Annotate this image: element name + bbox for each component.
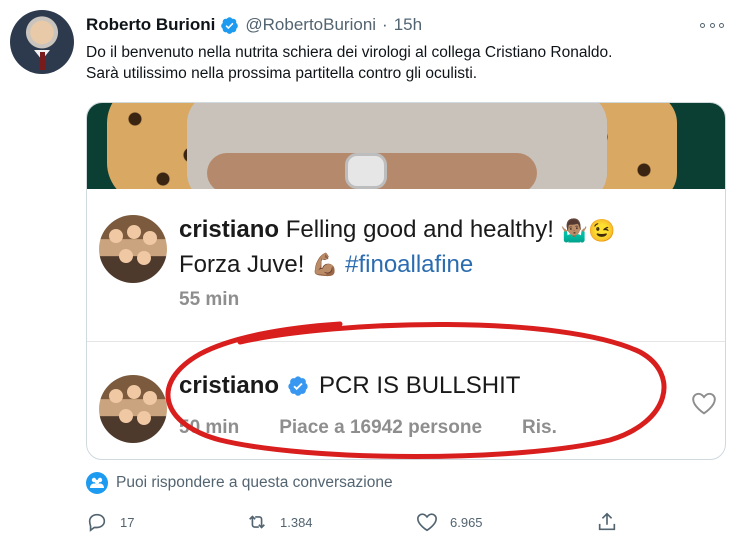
embedded-post-text: cristiano Felling good and healthy! 🤷🏽‍♂… <box>179 213 699 282</box>
reply-label: Ris. <box>522 417 557 438</box>
reply-text: cristiano PCR IS BULLSHIT <box>179 369 520 403</box>
shrug-emoji-icon: 🤷🏽‍♂️ <box>560 217 588 243</box>
separator-dot: · <box>382 15 388 34</box>
avatar-tie <box>40 52 45 70</box>
tweet-actions: 17 1.384 6.965 <box>86 508 726 536</box>
more-dots-icon[interactable] <box>700 18 724 32</box>
post-text-part-2: Forza Juve! <box>179 250 312 278</box>
tweet-timestamp[interactable]: 15h <box>394 15 422 35</box>
tweet-text-line-2: Sarà utilissimo nella prossima partitell… <box>86 65 478 82</box>
retweet-button[interactable]: 1.384 <box>246 508 313 536</box>
like-button[interactable]: 6.965 <box>416 508 483 536</box>
watch-icon <box>345 153 387 189</box>
reply-count: 17 <box>120 514 135 530</box>
conversation-label: Puoi rispondere a questa conversazione <box>116 474 393 491</box>
post-text-part-1: Felling good and healthy! <box>279 216 561 243</box>
reply-icon <box>88 513 106 532</box>
like-count: 6.965 <box>450 514 483 530</box>
post-hashtag: #finoallafine <box>345 250 474 278</box>
reply-message: PCR IS BULLSHIT <box>319 372 521 399</box>
reply-username: cristiano <box>179 372 280 399</box>
post-time: 55 min <box>179 289 240 310</box>
heart-icon <box>417 513 437 532</box>
verified-badge-icon <box>288 376 308 396</box>
share-button[interactable] <box>596 508 630 536</box>
retweet-icon <box>249 515 265 529</box>
conversation-notice: Puoi rispondere a questa conversazione <box>86 472 393 494</box>
tweet-text-line-1: Do il benvenuto nella nutrita schiera de… <box>86 44 613 61</box>
reply-meta: 50 min Piace a 16942 persone Ris. <box>179 417 557 439</box>
tweet-text: Do il benvenuto nella nutrita schiera de… <box>86 42 736 84</box>
share-icon <box>598 512 616 531</box>
tweet-header: Roberto Burioni @RobertoBurioni · 15h <box>86 14 422 36</box>
reply-time: 50 min <box>179 417 240 438</box>
embedded-photo <box>87 103 725 189</box>
author-handle[interactable]: @RobertoBurioni <box>245 15 376 35</box>
reply-avatar <box>99 375 167 443</box>
author-avatar[interactable] <box>10 10 74 74</box>
attached-image[interactable]: cristiano Felling good and healthy! 🤷🏽‍♂… <box>86 102 726 460</box>
author-name[interactable]: Roberto Burioni <box>86 15 215 35</box>
post-username: cristiano <box>179 216 280 243</box>
reply-likes: Piace a 16942 persone <box>279 417 483 438</box>
muscle-emoji-icon: 💪🏽 <box>311 252 339 278</box>
people-icon <box>86 472 108 494</box>
reply-button[interactable]: 17 <box>86 508 134 536</box>
post-avatar <box>99 215 167 283</box>
verified-badge-icon <box>221 16 239 34</box>
heart-outline-icon <box>692 392 716 415</box>
divider <box>87 341 725 342</box>
retweet-count: 1.384 <box>280 514 313 530</box>
wink-emoji-icon: 😉 <box>587 217 616 243</box>
